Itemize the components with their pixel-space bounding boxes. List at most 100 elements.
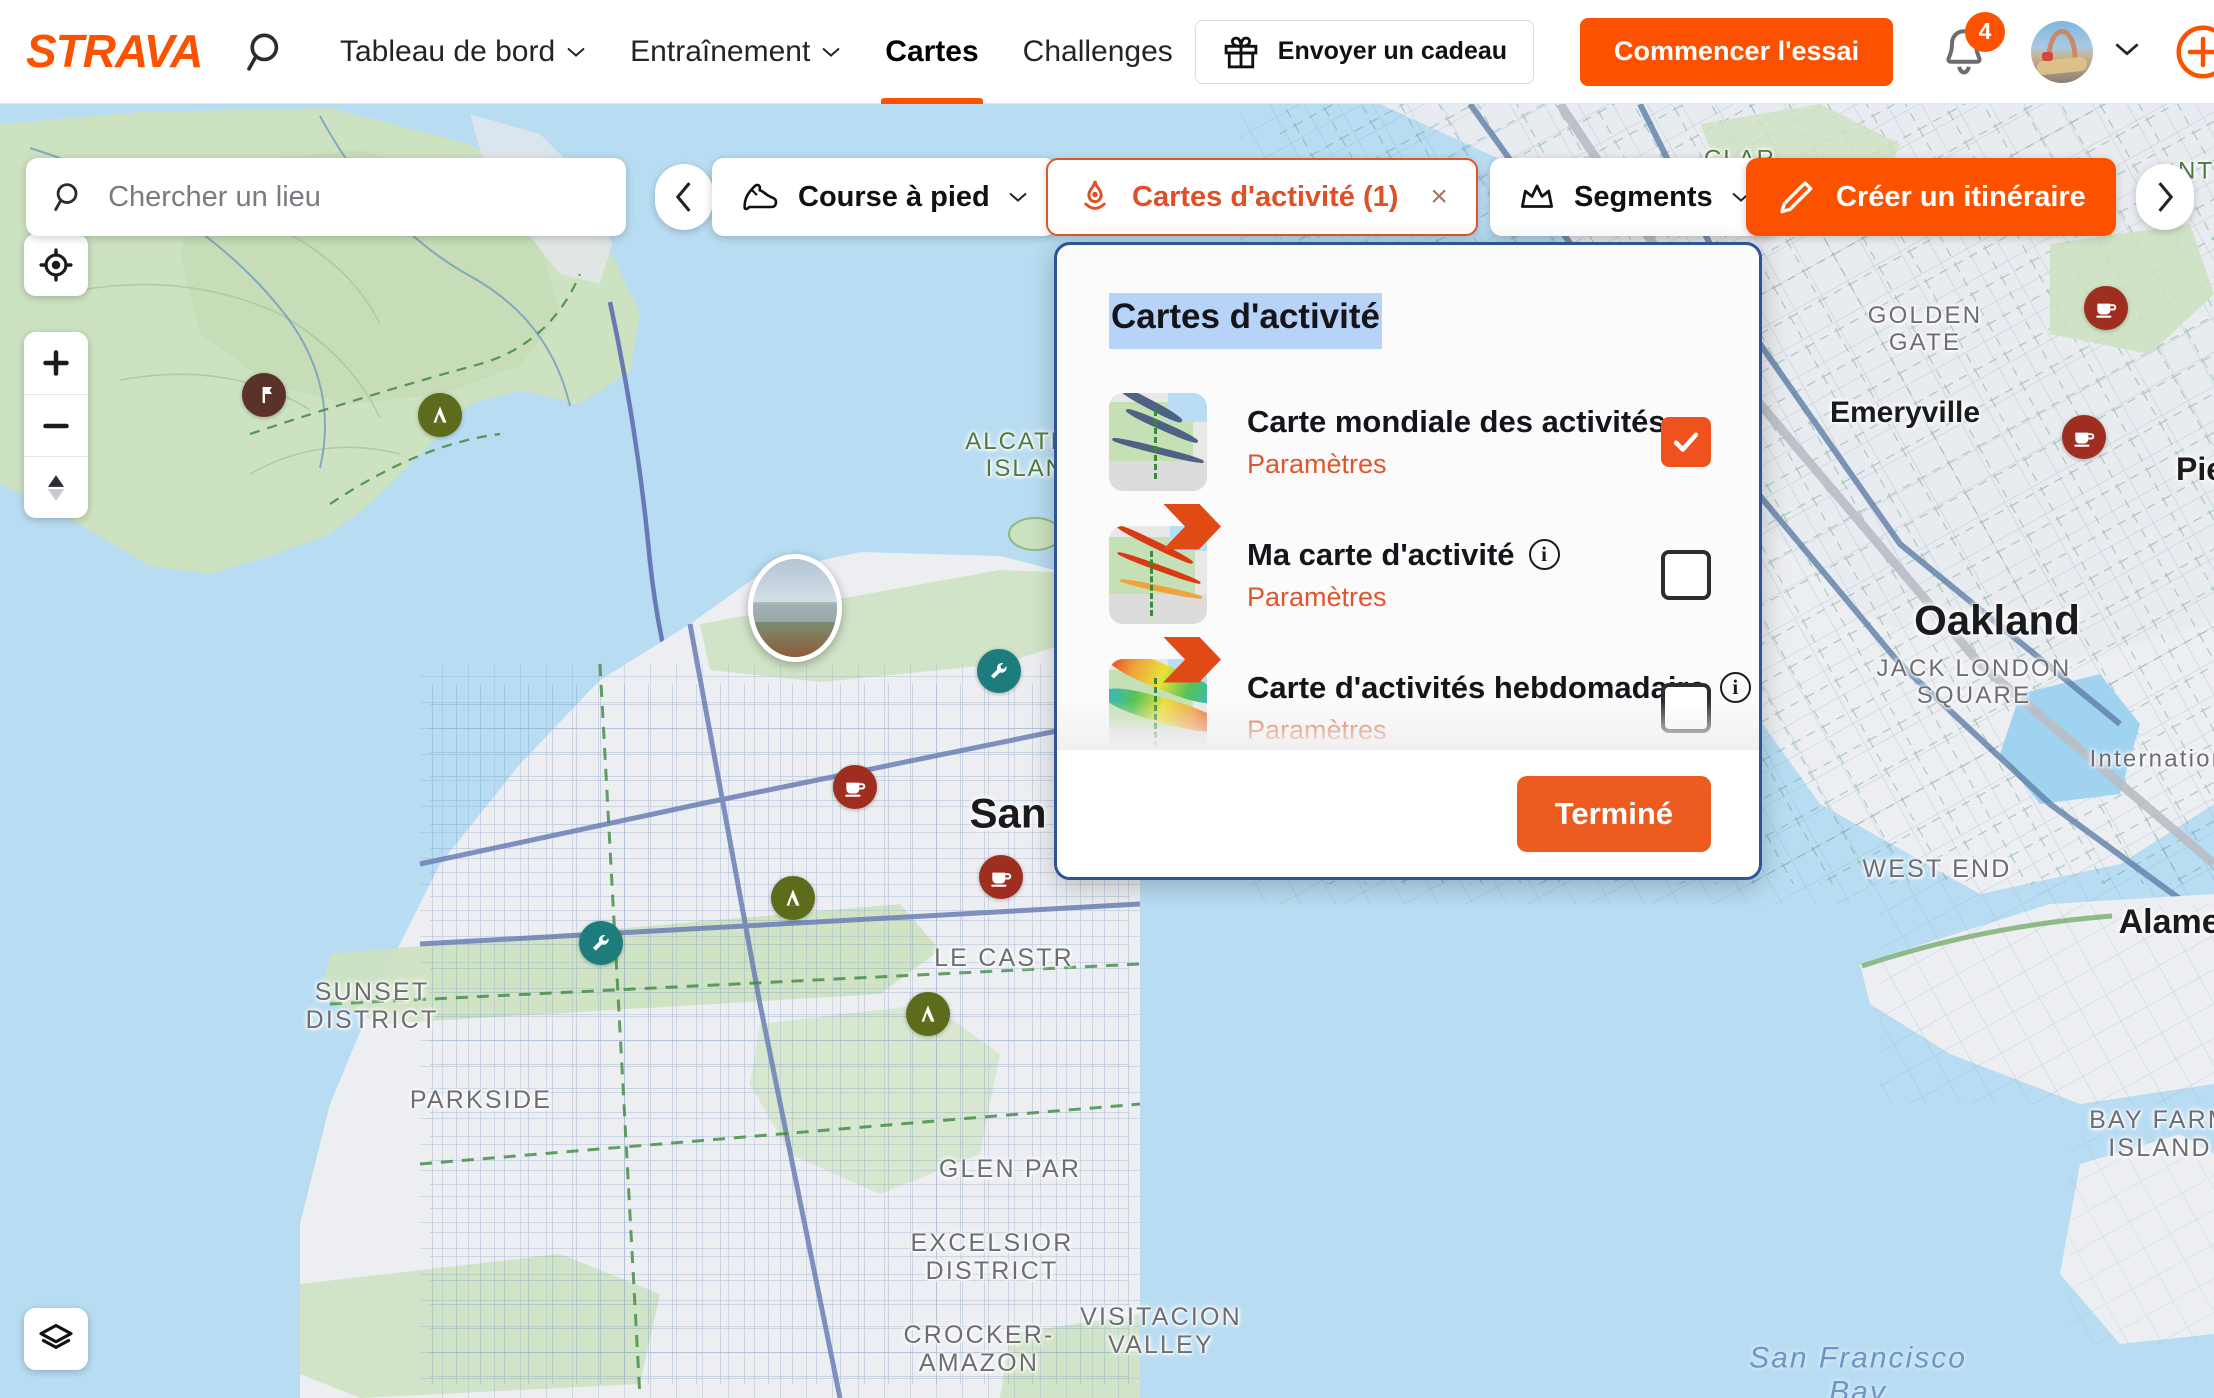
avatar-photo-accent <box>2042 51 2054 62</box>
map-poi-wrench[interactable] <box>977 649 1021 693</box>
world-heatmap-thumb <box>1109 392 1207 491</box>
layers-control[interactable] <box>24 1308 88 1370</box>
search-icon <box>247 33 279 71</box>
photo-ground <box>753 623 837 657</box>
plus-icon <box>43 350 69 376</box>
nav-label-challenges: Challenges <box>1022 34 1173 68</box>
activity-maps-dialog: Cartes d'activité Carte mondiale des act… <box>1054 242 1762 880</box>
location-search[interactable] <box>26 158 626 236</box>
activity-map-checkbox[interactable] <box>1661 416 1711 467</box>
activity-map-title-text: Carte d'activités hebdomadaire <box>1247 669 1706 705</box>
activity-map-text: Carte mondiale des activités Paramètres <box>1247 404 1666 480</box>
map-poi-cafe[interactable] <box>979 855 1023 899</box>
map-poi-peak[interactable] <box>906 992 950 1036</box>
nav-label-maps: Cartes <box>885 34 979 68</box>
zoom-control-group[interactable] <box>24 332 88 518</box>
activity-map-settings-link[interactable]: Paramètres <box>1247 449 1639 480</box>
info-icon[interactable]: i <box>1719 672 1751 703</box>
filter-chip-segments-label: Segments <box>1574 180 1713 213</box>
header-actions: Envoyer un cadeau Commencer l'essai 4 <box>1194 11 2214 86</box>
locate-icon <box>39 248 73 282</box>
filters-scroll-right-button[interactable] <box>2136 164 2194 230</box>
filter-chip-activity-maps[interactable]: Cartes d'activité (1) × <box>1046 158 1478 236</box>
map-poi-cafe[interactable] <box>833 765 877 809</box>
minus-icon <box>43 423 69 428</box>
map-thumbnail-wrap <box>1109 503 1221 624</box>
activity-map-title: Carte d'activités hebdomadaire i <box>1247 670 1751 706</box>
map-poi-peak[interactable] <box>771 876 815 920</box>
filter-chip-sport[interactable]: Course à pied <box>712 158 1056 236</box>
search-icon <box>54 183 78 211</box>
dialog-title: Cartes d'activité <box>1109 293 1382 349</box>
activity-map-row[interactable]: Ma carte d'activité i Paramètres <box>1057 503 1759 641</box>
chevron-down-icon <box>1009 192 1027 202</box>
compass-button[interactable] <box>24 456 88 518</box>
filter-chip-clear-icon[interactable]: × <box>1430 180 1448 214</box>
done-button[interactable]: Terminé <box>1516 775 1711 852</box>
dialog-footer: Terminé <box>1057 749 1759 877</box>
chevron-down-icon <box>822 47 840 57</box>
chevron-left-icon <box>675 182 691 212</box>
photo-sky <box>753 559 837 605</box>
create-route-button[interactable]: Créer un itinéraire <box>1746 158 2116 236</box>
info-icon[interactable]: i <box>1528 539 1560 570</box>
nav-label-training: Entraînement <box>630 34 811 68</box>
activity-map-title: Ma carte d'activité i <box>1247 537 1639 573</box>
locate-control[interactable] <box>24 234 88 296</box>
map-thumbnail-wrap <box>1109 392 1207 491</box>
site-header: STRAVA Tableau de bord Entraînement Cart… <box>0 0 2214 104</box>
activity-map-checkbox[interactable] <box>1661 549 1711 600</box>
activity-map-settings-link[interactable]: Paramètres <box>1247 582 1639 613</box>
activity-map-checkbox[interactable] <box>1661 682 1711 733</box>
activity-map-settings-link[interactable]: Paramètres <box>1247 715 1639 746</box>
zoom-in-button[interactable] <box>24 332 88 394</box>
zoom-out-button[interactable] <box>24 394 88 456</box>
svg-text:STRAVA: STRAVA <box>26 27 202 77</box>
map-poi-wrench[interactable] <box>579 921 623 965</box>
activity-map-text: Ma carte d'activité i Paramètres <box>1247 537 1639 613</box>
start-trial-button[interactable]: Commencer l'essai <box>1580 17 1894 86</box>
filter-chip-activity-maps-label: Cartes d'activité (1) <box>1132 180 1399 213</box>
start-trial-label: Commencer l'essai <box>1614 36 1860 66</box>
send-gift-label: Envoyer un cadeau <box>1277 37 1508 65</box>
shoe-icon <box>743 183 778 211</box>
photo-city <box>753 602 837 622</box>
chevron-down-icon <box>2115 43 2139 56</box>
send-gift-button[interactable]: Envoyer un cadeau <box>1194 19 1535 84</box>
map-poi-cafe[interactable] <box>2062 415 2106 459</box>
layers-button[interactable] <box>24 1308 88 1370</box>
map-poi-peak[interactable] <box>418 393 462 437</box>
account-menu-button[interactable] <box>2113 41 2141 62</box>
nav-item-dashboard[interactable]: Tableau de bord <box>318 0 608 104</box>
map-toolbar: Course à pied Cartes d'activité (1) × Se… <box>0 158 2214 236</box>
plus-circle-icon <box>2176 25 2214 78</box>
add-activity-button[interactable] <box>2175 24 2214 80</box>
nav-item-maps[interactable]: Cartes <box>863 0 1000 104</box>
nav-item-challenges[interactable]: Challenges <box>1001 0 1195 104</box>
nav-item-training[interactable]: Entraînement <box>608 0 863 104</box>
photo-marker[interactable] <box>748 554 842 662</box>
activity-map-row[interactable]: Carte d'activités hebdomadaire i Paramètre… <box>1057 636 1759 749</box>
activity-map-row[interactable]: Carte mondiale des activités Paramètres <box>1057 375 1759 508</box>
header-search-button[interactable] <box>244 29 290 75</box>
activity-map-title: Carte mondiale des activités <box>1247 404 1666 440</box>
notification-badge: 4 <box>1965 11 2006 52</box>
main-nav[interactable]: Tableau de bord Entraînement Cartes Chal… <box>318 0 1195 104</box>
pencil-icon <box>1780 181 1813 214</box>
strava-wordmark-icon: STRAVA <box>26 27 203 77</box>
compass-icon <box>47 474 65 501</box>
map-poi-cafe[interactable] <box>2084 286 2128 330</box>
activity-maps-list: Carte mondiale des activités Paramètres Ma… <box>1057 349 1759 749</box>
notifications-button[interactable]: 4 <box>1939 11 2006 78</box>
activity-map-title-text: Carte mondiale des activités <box>1247 403 1666 439</box>
heatmap-flame-icon <box>1084 180 1106 210</box>
map-poi-marker[interactable] <box>242 373 286 417</box>
search-input[interactable] <box>108 180 600 214</box>
locate-button[interactable] <box>24 234 88 296</box>
strava-logo[interactable]: STRAVA <box>26 27 212 77</box>
filter-chip-sport-label: Course à pied <box>798 180 990 213</box>
avatar[interactable] <box>2031 20 2094 83</box>
filters-scroll-left-button[interactable] <box>655 164 713 230</box>
activity-map-title-text: Ma carte d'activité <box>1247 536 1515 572</box>
filter-chip-segments[interactable]: Segments <box>1490 158 1779 236</box>
